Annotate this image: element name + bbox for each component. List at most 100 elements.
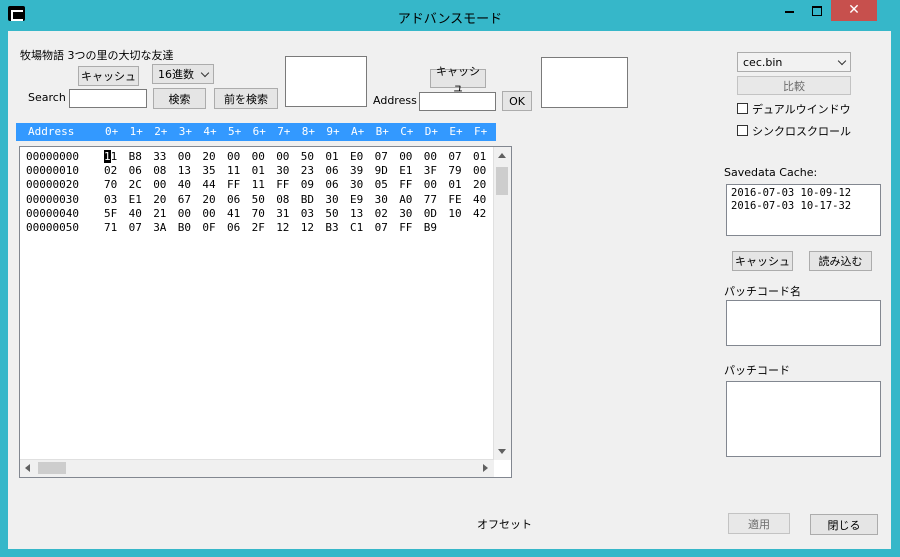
hex-byte[interactable]: 00 <box>252 150 265 164</box>
hex-byte[interactable]: 07 <box>129 221 142 235</box>
hex-byte[interactable]: 07 <box>375 150 388 164</box>
hex-byte[interactable]: 23 <box>301 164 314 178</box>
savedata-cache-button[interactable]: キャッシュ <box>732 251 793 271</box>
hex-byte[interactable]: 30 <box>375 193 388 207</box>
hex-vertical-scrollbar[interactable] <box>493 147 511 460</box>
title-bar[interactable]: アドバンスモード ✕ <box>0 0 900 31</box>
hex-byte[interactable]: B8 <box>129 150 142 164</box>
vertical-scroll-thumb[interactable] <box>496 167 508 195</box>
hex-byte[interactable]: 40 <box>129 207 142 221</box>
hex-byte[interactable]: 77 <box>424 193 437 207</box>
hex-byte[interactable]: B3 <box>325 221 338 235</box>
address-cache-button[interactable]: キャッシュ <box>430 65 486 94</box>
hex-byte[interactable]: 08 <box>276 193 289 207</box>
hex-byte[interactable]: 00 <box>424 150 437 164</box>
hex-byte[interactable]: FF <box>227 178 240 192</box>
search-result-box[interactable] <box>285 56 367 107</box>
hex-byte[interactable]: 03 <box>104 193 117 207</box>
horizontal-scroll-thumb[interactable] <box>38 462 66 474</box>
patch-code-input[interactable] <box>726 381 881 457</box>
hex-byte[interactable]: 2C <box>129 178 142 192</box>
hex-byte[interactable]: 30 <box>276 164 289 178</box>
hex-byte[interactable]: 50 <box>252 193 265 207</box>
hex-byte[interactable]: 00 <box>424 178 437 192</box>
address-ok-button[interactable]: OK <box>502 91 532 111</box>
hex-byte[interactable]: 05 <box>375 178 388 192</box>
hex-byte[interactable]: 13 <box>350 207 363 221</box>
hex-byte[interactable]: 06 <box>227 193 240 207</box>
hex-byte[interactable]: 40 <box>178 178 191 192</box>
hex-byte[interactable]: 3F <box>424 164 437 178</box>
hex-byte[interactable]: 40 <box>473 193 486 207</box>
hex-byte[interactable]: 10 <box>448 207 461 221</box>
hex-byte[interactable]: 30 <box>325 193 338 207</box>
hex-byte[interactable]: 11 <box>252 178 265 192</box>
hex-byte[interactable]: 20 <box>473 178 486 192</box>
hex-byte[interactable]: 03 <box>301 207 314 221</box>
savedata-cache-list[interactable]: 2016-07-03 10-09-12 2016-07-03 10-17-32 <box>726 184 881 236</box>
hex-byte[interactable]: 42 <box>473 207 486 221</box>
hex-byte[interactable]: 00 <box>153 178 166 192</box>
hex-byte[interactable]: 21 <box>153 207 166 221</box>
search-input[interactable] <box>69 89 147 108</box>
hex-byte[interactable]: A0 <box>399 193 412 207</box>
maximize-button[interactable] <box>803 0 830 21</box>
hex-byte[interactable]: 02 <box>104 164 117 178</box>
hex-byte[interactable]: 07 <box>448 150 461 164</box>
hex-byte[interactable]: E9 <box>350 193 363 207</box>
hex-byte[interactable]: 70 <box>104 178 117 192</box>
hex-byte[interactable]: 30 <box>350 178 363 192</box>
address-result-box[interactable] <box>541 57 628 108</box>
hex-byte[interactable]: 0D <box>424 207 437 221</box>
hex-byte[interactable]: 9D <box>375 164 388 178</box>
hex-byte[interactable]: 20 <box>202 193 215 207</box>
patch-name-input[interactable] <box>726 300 881 346</box>
hex-byte[interactable]: 31 <box>276 207 289 221</box>
hex-byte[interactable]: 44 <box>202 178 215 192</box>
hex-byte[interactable]: 06 <box>325 178 338 192</box>
load-button[interactable]: 読み込む <box>809 251 872 271</box>
hex-byte[interactable]: 12 <box>301 221 314 235</box>
hex-byte[interactable]: 01 <box>252 164 265 178</box>
hex-byte[interactable]: 20 <box>153 193 166 207</box>
hex-byte[interactable]: 2F <box>252 221 265 235</box>
hex-byte[interactable]: B0 <box>178 221 191 235</box>
hex-byte[interactable]: 01 <box>325 150 338 164</box>
list-item[interactable]: 2016-07-03 10-17-32 <box>731 200 880 213</box>
radix-select[interactable]: 16進数 <box>152 64 214 84</box>
hex-byte[interactable]: 12 <box>276 221 289 235</box>
hex-byte[interactable]: 02 <box>375 207 388 221</box>
list-item[interactable]: 2016-07-03 10-09-12 <box>731 187 880 200</box>
hex-byte[interactable]: 71 <box>104 221 117 235</box>
hex-byte[interactable]: 20 <box>202 150 215 164</box>
hex-byte[interactable]: 07 <box>375 221 388 235</box>
hex-byte[interactable]: 00 <box>399 150 412 164</box>
search-button[interactable]: 検索 <box>153 88 206 109</box>
hex-byte[interactable]: 00 <box>276 150 289 164</box>
hex-byte[interactable]: 33 <box>153 150 166 164</box>
hex-byte[interactable]: FF <box>399 221 412 235</box>
hex-byte[interactable]: FE <box>448 193 461 207</box>
dual-window-checkbox[interactable] <box>737 103 748 114</box>
hex-byte[interactable]: 00 <box>227 150 240 164</box>
hex-byte[interactable]: 09 <box>301 178 314 192</box>
sync-scroll-checkbox[interactable] <box>737 125 748 136</box>
hex-editor[interactable]: 00000000 11 B8 33 00 20 00 00 00 50 01 E0 07 00 00 07 01… <box>19 146 512 478</box>
scroll-up-icon[interactable] <box>498 153 506 158</box>
scroll-left-icon[interactable] <box>25 464 30 472</box>
hex-byte[interactable]: 06 <box>325 164 338 178</box>
compare-button[interactable]: 比較 <box>737 76 851 95</box>
hex-byte[interactable]: 11 <box>104 150 117 164</box>
hex-byte[interactable]: 11 <box>227 164 240 178</box>
hex-byte[interactable]: 08 <box>153 164 166 178</box>
hex-byte[interactable]: 39 <box>350 164 363 178</box>
hex-byte[interactable]: 01 <box>473 150 486 164</box>
hex-byte[interactable]: E1 <box>129 193 142 207</box>
hex-byte[interactable]: 01 <box>448 178 461 192</box>
scroll-right-icon[interactable] <box>483 464 488 472</box>
close-button[interactable]: 閉じる <box>810 514 878 535</box>
hex-byte[interactable]: 0F <box>202 221 215 235</box>
scroll-down-icon[interactable] <box>498 449 506 454</box>
hex-byte[interactable]: 13 <box>178 164 191 178</box>
minimize-button[interactable] <box>776 0 802 21</box>
